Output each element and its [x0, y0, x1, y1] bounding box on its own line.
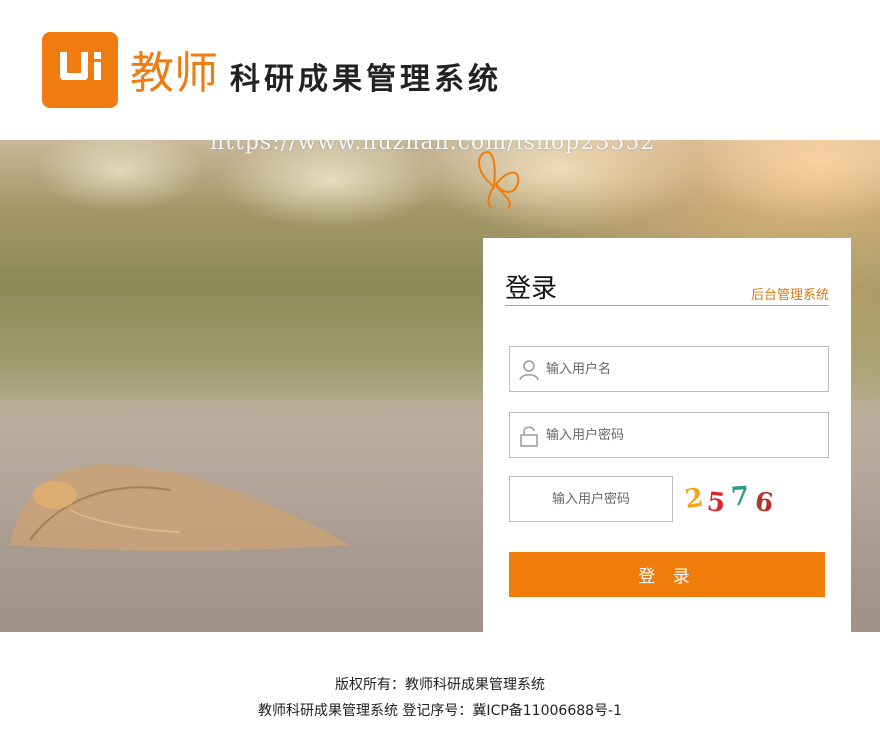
- logo-u-glyph: [60, 52, 88, 80]
- admin-system-link[interactable]: 后台管理系统: [751, 284, 829, 303]
- watermark-text: https://www.huzhan.com/ishop23552: [210, 140, 656, 155]
- butterfly-icon: [478, 150, 520, 209]
- username-field[interactable]: [509, 346, 829, 392]
- captcha-image[interactable]: 2576: [679, 480, 779, 520]
- captcha-field[interactable]: [509, 476, 673, 522]
- logo-i-bar: [94, 62, 101, 80]
- password-field[interactable]: [509, 412, 829, 458]
- site-title-sub: 科研成果管理系统: [230, 62, 502, 97]
- footer: 版权所有：教师科研成果管理系统 教师科研成果管理系统 登记序号：冀ICP备110…: [0, 632, 880, 750]
- leaf-image: [10, 464, 350, 551]
- logo-i-dot: [94, 52, 101, 59]
- captcha-input[interactable]: [510, 477, 672, 521]
- user-icon: [519, 360, 539, 381]
- login-button[interactable]: 登 录: [509, 552, 825, 597]
- lock-icon: [520, 426, 538, 447]
- site-title-main: 教师: [130, 48, 218, 99]
- login-title: 登录: [505, 274, 558, 304]
- captcha-digit: 6: [753, 486, 776, 520]
- username-input[interactable]: [546, 347, 816, 391]
- header: 教师 科研成果管理系统: [0, 0, 880, 140]
- captcha-digit: 2: [683, 482, 706, 516]
- login-panel: 登录 后台管理系统 2576 登 录: [483, 238, 851, 632]
- logo: [42, 32, 118, 108]
- captcha-digit: 5: [705, 487, 727, 519]
- footer-icp: 教师科研成果管理系统 登记序号：冀ICP备11006688号-1: [257, 703, 622, 719]
- title-divider: [505, 305, 829, 306]
- captcha-digit: 7: [729, 481, 751, 513]
- password-input[interactable]: [546, 413, 816, 457]
- footer-copyright: 版权所有：教师科研成果管理系统: [335, 677, 545, 693]
